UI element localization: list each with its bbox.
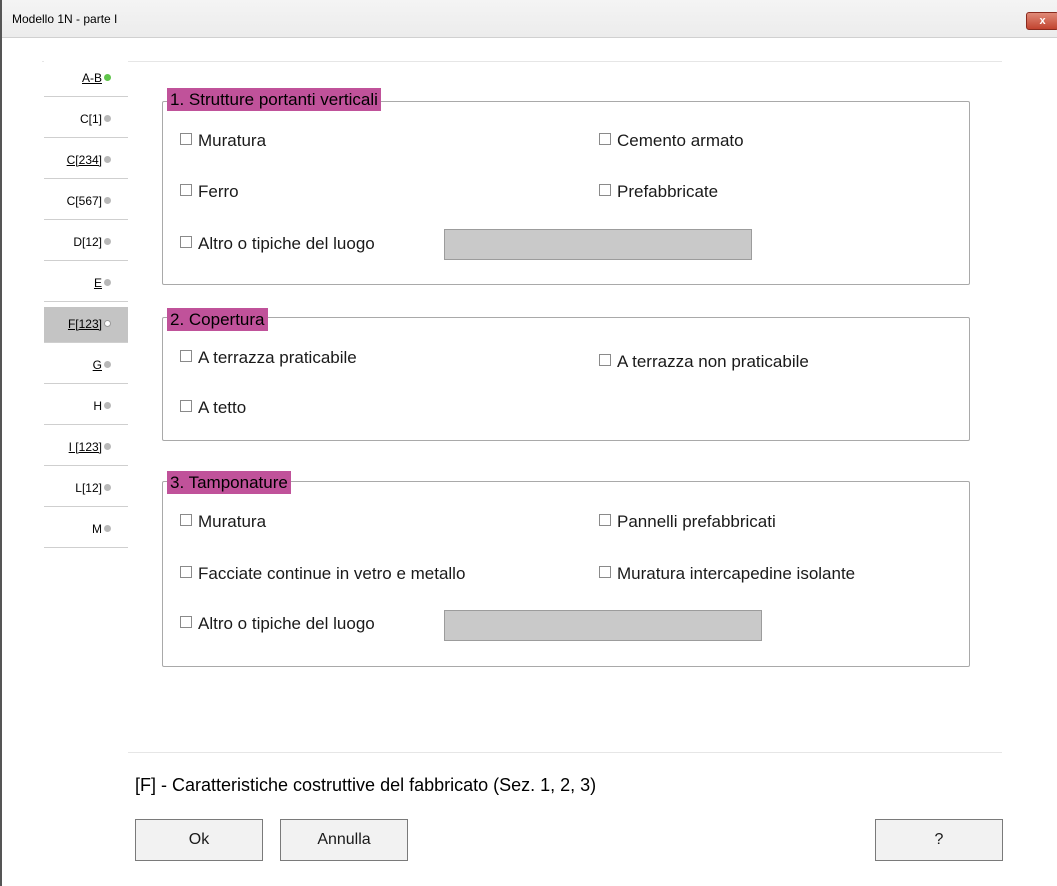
checkbox-label: Muratura intercapedine isolante xyxy=(617,564,856,583)
tab-label: G xyxy=(92,358,102,372)
checkbox-label: Facciate continue in vetro e metallo xyxy=(198,564,466,583)
ok-button[interactable]: Ok xyxy=(135,819,263,861)
checkbox-icon xyxy=(180,236,192,248)
close-icon: x xyxy=(1039,15,1046,27)
tab-label: C[1] xyxy=(79,112,102,126)
checkbox-label: Altro o tipiche del luogo xyxy=(198,614,375,633)
checkbox-label: Muratura xyxy=(198,512,267,531)
section-title-strutture: 1. Strutture portanti verticali xyxy=(167,88,381,111)
checkbox-icon xyxy=(180,566,192,578)
status-dot-icon xyxy=(104,361,111,368)
checkbox-altro-strutture[interactable]: Altro o tipiche del luogo xyxy=(180,234,375,254)
checkbox-label: Prefabbricate xyxy=(617,182,719,201)
tab-m[interactable]: M xyxy=(44,512,128,548)
tab-label: A-B xyxy=(81,71,102,85)
tab-c234[interactable]: C[234] xyxy=(44,143,128,179)
title-bar[interactable]: Modello 1N - parte I x xyxy=(2,0,1057,38)
checkbox-tetto[interactable]: A tetto xyxy=(180,398,246,418)
checkbox-icon xyxy=(180,350,192,362)
altro-strutture-input[interactable] xyxy=(444,229,752,260)
checkbox-label: A terrazza praticabile xyxy=(198,348,357,367)
checkbox-cemento-armato[interactable]: Cemento armato xyxy=(599,131,744,151)
checkbox-prefabbricate[interactable]: Prefabbricate xyxy=(599,182,718,202)
tab-d12[interactable]: D[12] xyxy=(44,225,128,261)
section-title-tamponature: 3. Tamponature xyxy=(167,471,291,494)
checkbox-pannelli-prefabbricati[interactable]: Pannelli prefabbricati xyxy=(599,512,776,532)
checkbox-muratura[interactable]: Muratura xyxy=(180,131,266,151)
dialog-window: Modello 1N - parte I x A-B C[1] C[234] C… xyxy=(0,0,1057,886)
tab-label: I [123] xyxy=(68,440,102,454)
section-title-copertura: 2. Copertura xyxy=(167,308,268,331)
checkbox-icon xyxy=(599,133,611,145)
checkbox-icon xyxy=(180,133,192,145)
checkbox-ferro[interactable]: Ferro xyxy=(180,182,239,202)
altro-tamponature-input[interactable] xyxy=(444,610,762,641)
tab-f123[interactable]: F[123] xyxy=(44,307,128,343)
tab-label: D[12] xyxy=(73,235,102,249)
tab-l12[interactable]: L[12] xyxy=(44,471,128,507)
status-dot-icon xyxy=(104,115,111,122)
status-dot-icon xyxy=(104,156,111,163)
tab-a-b[interactable]: A-B xyxy=(44,61,128,97)
checkbox-icon xyxy=(180,616,192,628)
status-dot-icon xyxy=(104,484,111,491)
checkbox-facciate-continue[interactable]: Facciate continue in vetro e metallo xyxy=(180,564,465,584)
tab-label: E xyxy=(93,276,102,290)
checkbox-icon xyxy=(599,566,611,578)
tab-i123[interactable]: I [123] xyxy=(44,430,128,466)
tab-c1[interactable]: C[1] xyxy=(44,102,128,138)
tab-label: C[234] xyxy=(66,153,102,167)
checkbox-icon xyxy=(599,184,611,196)
group-copertura xyxy=(162,317,970,441)
tab-e[interactable]: E xyxy=(44,266,128,302)
checkbox-icon xyxy=(180,184,192,196)
status-dot-icon xyxy=(104,197,111,204)
checkbox-terrazza-praticabile[interactable]: A terrazza praticabile xyxy=(180,348,357,368)
tab-g[interactable]: G xyxy=(44,348,128,384)
section-hint: [F] - Caratteristiche costruttive del fa… xyxy=(135,775,597,795)
footer-divider xyxy=(128,752,1002,753)
checkbox-icon xyxy=(180,400,192,412)
window-title: Modello 1N - parte I xyxy=(12,12,118,26)
tab-label: H xyxy=(93,399,102,413)
checkbox-label: Ferro xyxy=(198,182,239,201)
checkbox-label: A terrazza non praticabile xyxy=(617,352,809,371)
status-dot-icon xyxy=(104,320,111,327)
top-divider xyxy=(42,61,1002,62)
cancel-button[interactable]: Annulla xyxy=(280,819,408,861)
tab-label: M xyxy=(92,522,102,536)
checkbox-label: Cemento armato xyxy=(617,131,744,150)
status-dot-icon xyxy=(104,443,111,450)
tab-label: F[123] xyxy=(67,317,102,331)
checkbox-icon xyxy=(599,354,611,366)
help-button[interactable]: ? xyxy=(875,819,1003,861)
tab-h[interactable]: H xyxy=(44,389,128,425)
status-dot-icon xyxy=(104,402,111,409)
checkbox-icon xyxy=(180,514,192,526)
checkbox-muratura-intercapedine[interactable]: Muratura intercapedine isolante xyxy=(599,564,855,584)
checkbox-terrazza-non-praticabile[interactable]: A terrazza non praticabile xyxy=(599,352,809,372)
tab-label: C[567] xyxy=(66,194,102,208)
tab-label: L[12] xyxy=(75,481,102,495)
checkbox-icon xyxy=(599,514,611,526)
checkbox-altro-tamponature[interactable]: Altro o tipiche del luogo xyxy=(180,614,375,634)
checkbox-label: Muratura xyxy=(198,131,267,150)
checkbox-label: Altro o tipiche del luogo xyxy=(198,234,375,253)
status-dot-icon xyxy=(104,279,111,286)
close-button[interactable]: x xyxy=(1026,12,1057,30)
checkbox-label: A tetto xyxy=(198,398,247,417)
status-dot-icon xyxy=(104,74,111,81)
status-dot-icon xyxy=(104,525,111,532)
status-dot-icon xyxy=(104,238,111,245)
section-tabs: A-B C[1] C[234] C[567] D[12] E F[123] G … xyxy=(44,61,128,553)
tab-c567[interactable]: C[567] xyxy=(44,184,128,220)
checkbox-label: Pannelli prefabbricati xyxy=(617,512,776,531)
checkbox-muratura-tamponature[interactable]: Muratura xyxy=(180,512,266,532)
